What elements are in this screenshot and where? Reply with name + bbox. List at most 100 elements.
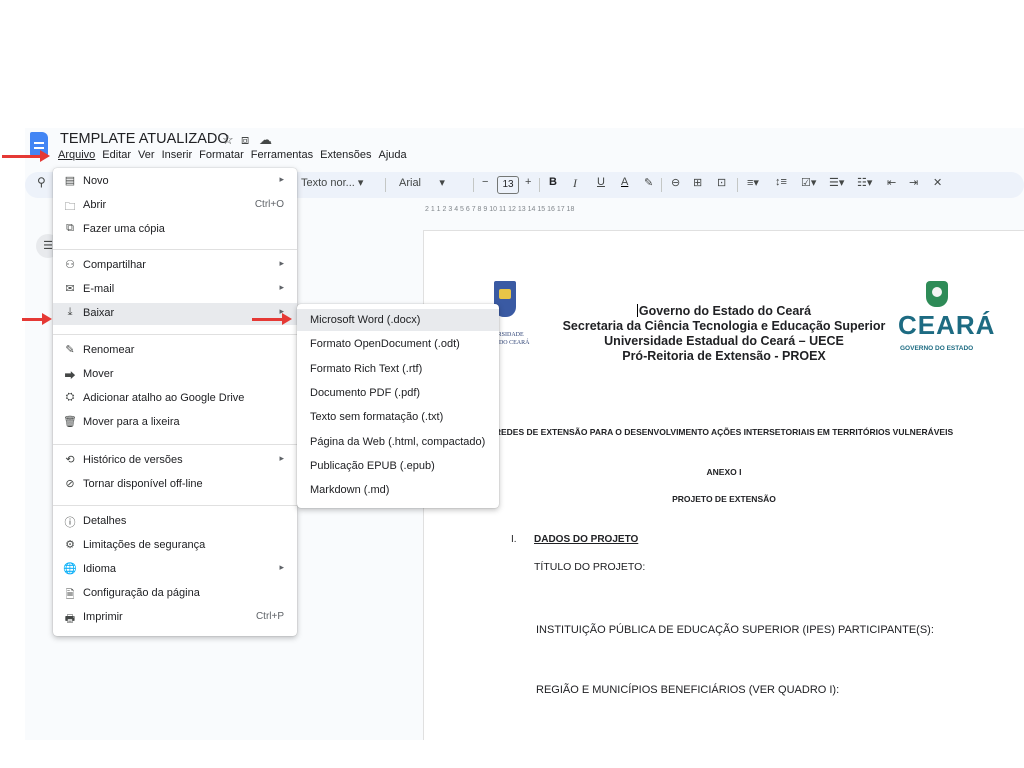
- file-menu-item-label: Renomear: [83, 344, 135, 356]
- menu-ferramentas[interactable]: Ferramentas: [251, 149, 313, 161]
- download-format-label: Texto sem formatação (.txt): [310, 411, 444, 424]
- menu-formatar[interactable]: Formatar: [199, 149, 244, 161]
- download-format-item[interactable]: Texto sem formatação (.txt): [297, 406, 499, 428]
- checklist-icon[interactable]: ☑▾: [801, 176, 816, 189]
- file-menu-item[interactable]: ⚇ Compartilhar ▸: [53, 255, 297, 277]
- bold-button[interactable]: B: [549, 176, 557, 188]
- underline-button[interactable]: U: [597, 176, 605, 188]
- cloud-status-icon[interactable]: ☁: [259, 132, 272, 148]
- file-menu-item-label: Mover: [83, 368, 114, 380]
- header-line: Secretaria da Ciência Tecnologia e Educa…: [562, 319, 886, 333]
- uece-logo-text: ERSIDADE L DO CEARÁ: [494, 331, 529, 347]
- bulleted-list-icon[interactable]: ☰▾: [829, 176, 844, 189]
- file-menu-item[interactable]: ⛭ Adicionar atalho ao Google Drive: [53, 388, 297, 410]
- shortcut-hint: Ctrl+P: [255, 611, 284, 622]
- file-menu-item[interactable]: 🗎 Configuração da página: [53, 583, 297, 605]
- offline-icon: ⊘: [65, 478, 75, 490]
- download-format-label: Markdown (.md): [310, 484, 390, 497]
- header-line: Universidade Estadual do Ceará – UECE: [604, 334, 844, 348]
- file-menu-item[interactable]: 🗑 Mover para a lixeira: [53, 412, 297, 434]
- menu-ajuda[interactable]: Ajuda: [378, 149, 406, 161]
- font-size-decrease-button[interactable]: −: [482, 176, 488, 188]
- text-cursor: [636, 304, 638, 317]
- section-title: DADOS DO PROJETO: [534, 534, 639, 545]
- font-size-increase-button[interactable]: +: [525, 176, 531, 188]
- file-menu-item[interactable]: ▤ Novo ▸: [53, 171, 297, 193]
- pencil-icon: ✎: [65, 344, 75, 356]
- menu-extensoes[interactable]: Extensões: [320, 149, 371, 161]
- download-format-item[interactable]: Publicação EPUB (.epub): [297, 455, 499, 477]
- file-menu-item[interactable]: ⮕ Mover: [53, 364, 297, 386]
- align-icon[interactable]: ≡▾: [747, 176, 759, 189]
- document-page[interactable]: ERSIDADE L DO CEARÁ Governo do Estado do…: [423, 230, 1024, 740]
- menu-separator: [53, 249, 297, 250]
- font-select[interactable]: Arial ▾: [399, 176, 445, 189]
- menu-arquivo[interactable]: Arquivo: [58, 149, 95, 161]
- file-menu-item-label: Tornar disponível off-line: [83, 478, 203, 490]
- toolbar-divider: [661, 178, 662, 192]
- text-color-button[interactable]: A: [621, 176, 628, 188]
- file-menu-item[interactable]: ⚙ Limitações de segurança: [53, 535, 297, 557]
- email-icon: ✉: [65, 283, 75, 295]
- file-menu-item[interactable]: ⧉ Fazer uma cópia: [53, 219, 297, 241]
- download-format-item[interactable]: Microsoft Word (.docx): [297, 309, 499, 331]
- download-format-item[interactable]: Documento PDF (.pdf): [297, 382, 499, 404]
- download-format-item[interactable]: Formato Rich Text (.rtf): [297, 358, 499, 380]
- download-format-label: Página da Web (.html, compactado): [310, 435, 486, 448]
- menu-ver[interactable]: Ver: [138, 149, 155, 161]
- style-select[interactable]: Texto nor... ▾: [301, 176, 363, 189]
- header-line: Pró-Reitoria de Extensão - PROEX: [622, 349, 826, 363]
- file-menu-item[interactable]: ⤓ Baixar ▸: [53, 303, 297, 325]
- italic-button[interactable]: I: [573, 176, 577, 191]
- annex-label: ANEXO I: [706, 467, 742, 477]
- menu-editar[interactable]: Editar: [102, 149, 131, 161]
- file-menu-item[interactable]: ✉ E-mail ▸: [53, 279, 297, 301]
- submenu-arrow-icon: ▸: [279, 562, 284, 572]
- document-title[interactable]: TEMPLATE ATUALIZADO: [60, 131, 229, 147]
- file-menu-item-label: E-mail: [83, 283, 115, 295]
- page-setup-icon: 🗎: [65, 589, 75, 601]
- submenu-arrow-icon: ▸: [279, 453, 284, 463]
- file-menu-item[interactable]: 🗀 Abrir Ctrl+O: [53, 195, 297, 217]
- file-menu-item[interactable]: ✎ Renomear: [53, 340, 297, 362]
- file-menu-item-label: Baixar: [83, 307, 115, 319]
- font-select-value: Arial: [399, 177, 422, 189]
- uece-logo-line: ERSIDADE: [494, 332, 524, 338]
- ruler[interactable]: 2 1 1 2 3 4 5 6 7 8 9 10 11 12 13 14 15 …: [425, 206, 1024, 220]
- star-icon[interactable]: ☆: [222, 132, 234, 148]
- decrease-indent-icon[interactable]: ⇤: [887, 176, 896, 189]
- insert-image-icon[interactable]: ⊡: [717, 176, 726, 189]
- download-submenu: Microsoft Word (.docx) Formato OpenDocume…: [297, 304, 499, 508]
- download-format-item[interactable]: Formato OpenDocument (.odt): [297, 333, 499, 355]
- shortcut-hint: Ctrl+O: [254, 199, 284, 210]
- numbered-list-icon[interactable]: ☷▾: [857, 176, 872, 189]
- file-menu-item[interactable]: 🌐 Idioma ▸: [53, 559, 297, 581]
- copy-icon: ⧉: [66, 222, 74, 234]
- move-folder-icon[interactable]: ⧈: [241, 132, 249, 148]
- file-menu-item[interactable]: ⊘ Tornar disponível off-line: [53, 474, 297, 496]
- add-comment-icon[interactable]: ⊞: [693, 176, 702, 189]
- clear-formatting-icon[interactable]: ✕: [933, 176, 942, 189]
- history-icon: ⟲: [65, 454, 75, 466]
- increase-indent-icon[interactable]: ⇥: [909, 176, 918, 189]
- file-menu-item[interactable]: 🖶 Imprimir Ctrl+P: [53, 607, 297, 629]
- file-menu-item-label: Abrir: [83, 199, 107, 211]
- download-format-item[interactable]: Markdown (.md): [297, 479, 499, 501]
- highlight-pen-icon[interactable]: ✎: [644, 176, 653, 189]
- search-menus-icon[interactable]: ⚲: [37, 175, 46, 189]
- header-line-text: Governo do Estado do Ceará: [638, 304, 812, 318]
- ceara-logo-word: CEARÁ: [898, 310, 996, 340]
- file-menu-item[interactable]: ⓘ Detalhes: [53, 511, 297, 533]
- printer-icon: 🖶: [64, 613, 76, 625]
- toolbar-divider: [737, 178, 738, 192]
- menu-inserir[interactable]: Inserir: [162, 149, 193, 161]
- project-label: PROJETO DE EXTENSÃO: [672, 494, 776, 504]
- globe-icon: 🌐: [63, 563, 77, 575]
- line-spacing-icon[interactable]: ↕≡: [775, 176, 787, 188]
- file-menu-item-label: Fazer uma cópia: [83, 223, 165, 235]
- download-format-item[interactable]: Página da Web (.html, compactado): [297, 431, 499, 453]
- field-project-title: TÍTULO DO PROJETO:: [534, 561, 646, 573]
- font-size-input[interactable]: 13: [497, 176, 519, 194]
- link-icon[interactable]: ⊖: [671, 176, 680, 189]
- file-menu-item[interactable]: ⟲ Histórico de versões ▸: [53, 450, 297, 472]
